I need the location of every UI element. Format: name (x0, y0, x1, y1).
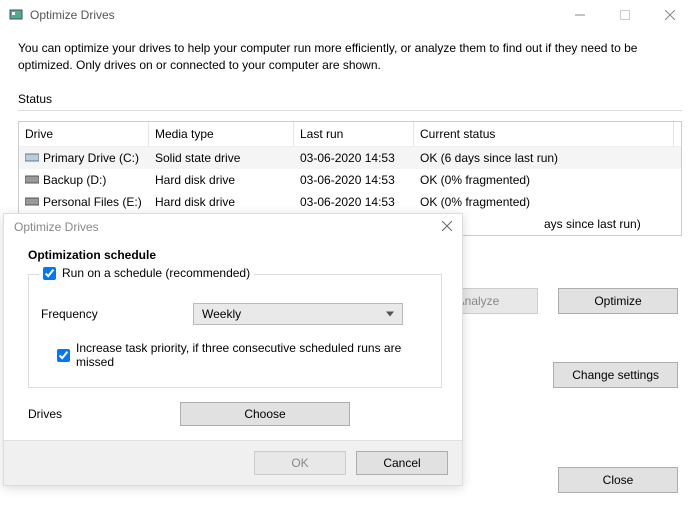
window-titlebar: Optimize Drives (0, 0, 700, 30)
minimize-button[interactable] (557, 0, 602, 30)
close-button[interactable]: Close (558, 467, 678, 493)
dialog-close-button[interactable] (442, 220, 452, 234)
ssd-icon (25, 152, 39, 163)
schedule-heading: Optimization schedule (28, 248, 442, 262)
hdd-icon (25, 196, 39, 207)
table-row[interactable]: Primary Drive (C:) Solid state drive 03-… (19, 147, 681, 169)
app-icon (8, 7, 24, 23)
col-status[interactable]: Current status (414, 122, 674, 146)
col-drive[interactable]: Drive (19, 122, 149, 146)
table-row[interactable]: Personal Files (E:) Hard disk drive 03-0… (19, 191, 681, 213)
optimize-button[interactable]: Optimize (558, 288, 678, 314)
hdd-icon (25, 174, 39, 185)
dialog-footer: OK Cancel (4, 440, 462, 485)
table-row[interactable]: Backup (D:) Hard disk drive 03-06-2020 1… (19, 169, 681, 191)
col-lastrun[interactable]: Last run (294, 122, 414, 146)
priority-checkbox[interactable] (57, 349, 70, 362)
ok-button: OK (254, 451, 346, 475)
run-schedule-label: Run on a schedule (recommended) (62, 266, 250, 280)
window-title: Optimize Drives (30, 8, 115, 22)
dialog-titlebar: Optimize Drives (4, 214, 462, 240)
maximize-button[interactable] (602, 0, 647, 30)
close-window-button[interactable] (647, 0, 692, 30)
schedule-dialog: Optimize Drives Optimization schedule Ru… (3, 213, 463, 486)
col-media[interactable]: Media type (149, 122, 294, 146)
drives-label: Drives (28, 407, 168, 421)
change-settings-button[interactable]: Change settings (553, 362, 678, 388)
choose-button[interactable]: Choose (180, 402, 350, 426)
intro-text: You can optimize your drives to help you… (18, 40, 682, 74)
schedule-group: Run on a schedule (recommended) Frequenc… (28, 274, 442, 388)
cancel-button[interactable]: Cancel (356, 451, 448, 475)
frequency-select[interactable]: Weekly (193, 303, 403, 325)
dialog-title: Optimize Drives (14, 220, 99, 234)
frequency-label: Frequency (41, 307, 181, 321)
status-label: Status (18, 92, 682, 106)
run-schedule-checkbox[interactable] (43, 267, 56, 280)
table-header: Drive Media type Last run Current status (19, 122, 681, 147)
priority-label: Increase task priority, if three consecu… (76, 341, 429, 369)
